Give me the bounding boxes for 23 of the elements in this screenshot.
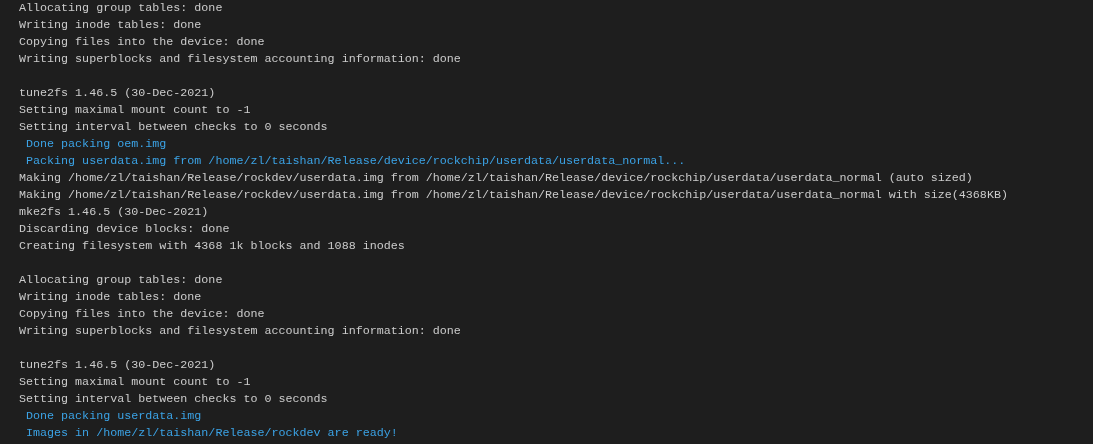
terminal-line: Setting maximal mount count to -1: [19, 374, 251, 391]
terminal-line: Setting interval between checks to 0 seconds: [19, 391, 328, 408]
terminal-line: Setting interval between checks to 0 seconds: [19, 119, 328, 136]
terminal-line: mke2fs 1.46.5 (30-Dec-2021): [19, 204, 209, 221]
terminal-line: Creating filesystem with 4368 1k blocks and 1088 inodes: [19, 238, 405, 255]
terminal-line: Making /home/zl/taishan/Release/rockdev/userdata.img from /home/zl/taishan/Release/device/rockchip/userdata/userdata_normal (auto sized): [19, 170, 973, 187]
terminal-line: Allocating group tables: done: [19, 0, 223, 17]
terminal-line: Done packing oem.img: [25, 136, 167, 153]
terminal-line: tune2fs 1.46.5 (30-Dec-2021): [19, 357, 216, 374]
terminal-line: Making /home/zl/taishan/Release/rockdev/userdata.img from /home/zl/taishan/Release/device/rockchip/userdata/userdata_normal with size(4368KB): [19, 187, 1008, 204]
terminal-line: Images in /home/zl/taishan/Release/rockdev are ready!: [25, 425, 398, 442]
terminal-line: Writing superblocks and filesystem accounting information: done: [19, 323, 461, 340]
terminal-line: Setting maximal mount count to -1: [19, 102, 251, 119]
terminal-line: Copying files into the device: done: [19, 306, 265, 323]
terminal-line: Allocating group tables: done: [19, 272, 223, 289]
terminal-line: Writing inode tables: done: [19, 289, 202, 306]
terminal-line: Writing superblocks and filesystem accounting information: done: [19, 51, 461, 68]
terminal-line: tune2fs 1.46.5 (30-Dec-2021): [19, 85, 216, 102]
terminal-line: Discarding device blocks: done: [19, 221, 230, 238]
terminal-line: Writing inode tables: done: [19, 17, 202, 34]
terminal-line: Packing userdata.img from /home/zl/taishan/Release/device/rockchip/userdata/userdata_normal...: [25, 153, 686, 170]
terminal-line: Copying files into the device: done: [19, 34, 265, 51]
terminal-line: Done packing userdata.img: [25, 408, 202, 425]
